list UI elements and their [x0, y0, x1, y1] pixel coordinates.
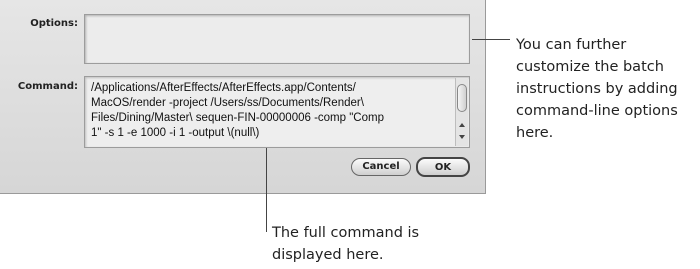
options-field[interactable] — [84, 14, 470, 64]
cancel-button[interactable]: Cancel — [351, 158, 411, 176]
command-leader-line — [266, 148, 267, 232]
options-callout: You can further customize the batch inst… — [516, 37, 678, 141]
scroll-thumb[interactable] — [457, 84, 467, 112]
batch-options-dialog: Options: Command: /Applications/AfterEff… — [0, 0, 486, 194]
command-field[interactable]: /Applications/AfterEffects/AfterEffects.… — [84, 76, 470, 148]
scroll-down-arrow-icon[interactable] — [459, 135, 465, 139]
options-leader-line — [472, 39, 510, 40]
command-scrollbar[interactable] — [455, 78, 468, 146]
command-callout: The full command is displayed here. — [272, 225, 420, 263]
command-text: /Applications/AfterEffects/AfterEffects.… — [91, 82, 384, 139]
ok-button[interactable]: OK — [416, 157, 470, 177]
scroll-up-arrow-icon[interactable] — [459, 123, 465, 127]
command-label: Command: — [17, 81, 78, 92]
options-label: Options: — [30, 18, 78, 29]
